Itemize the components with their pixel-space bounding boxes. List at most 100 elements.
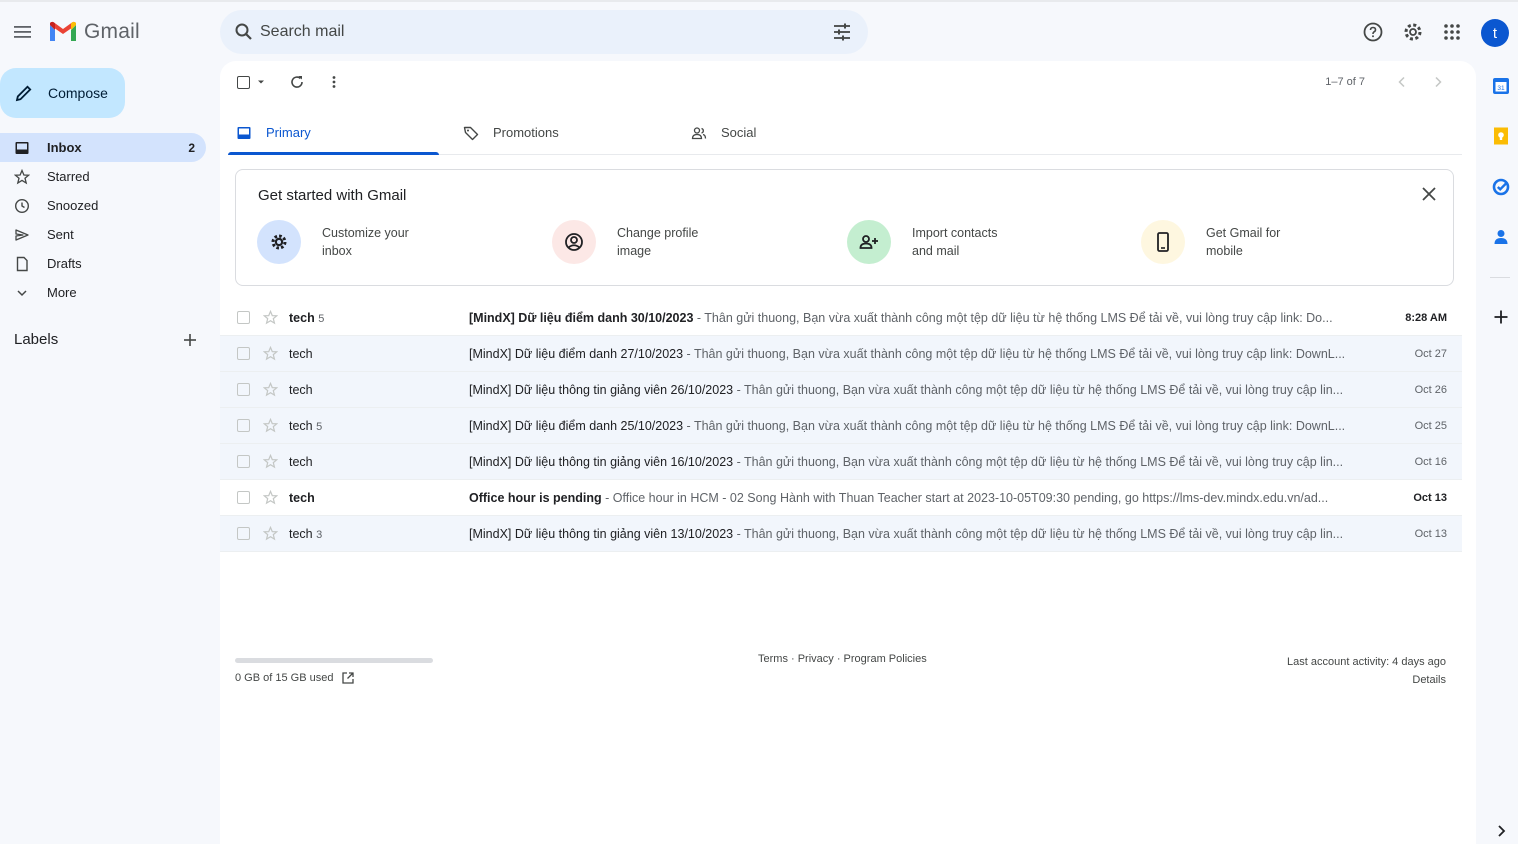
mail-toolbar: 1–7 of 7 [220, 61, 1476, 103]
send-icon [15, 228, 29, 241]
email-row[interactable]: tech [MindX] Dữ liệu điểm danh 27/10/202… [220, 336, 1462, 372]
email-subject: [MindX] Dữ liệu thông tin giảng viên 13/… [469, 526, 1344, 541]
tasks-icon[interactable] [1491, 177, 1511, 197]
promo-item-text: Change profile image [617, 226, 699, 258]
select-dropdown-icon[interactable] [257, 78, 265, 86]
email-snippet: - Thân gửi thuong, Bạn vừa xuất thành cô… [683, 418, 1346, 433]
thread-count: 3 [316, 528, 323, 541]
help-icon[interactable] [1361, 20, 1385, 44]
tag-icon [463, 126, 479, 140]
get-started-title: Get started with Gmail [258, 187, 407, 204]
chevron-left-icon[interactable] [1395, 75, 1409, 89]
gear-icon [271, 234, 287, 250]
tab-label: Promotions [493, 125, 559, 140]
contacts-icon[interactable] [1491, 227, 1511, 247]
email-snippet: - Thân gửi thuong, Bạn vừa xuất thành cô… [683, 346, 1346, 361]
close-icon[interactable] [1419, 184, 1439, 204]
email-snippet: - Office hour in HCM - 02 Song Hành with… [601, 490, 1329, 505]
email-row[interactable]: tech 3 [MindX] Dữ liệu thông tin giảng v… [220, 516, 1462, 552]
star-icon[interactable] [263, 346, 278, 361]
email-row[interactable]: tech 5 [MindX] Dữ liệu điểm danh 30/10/2… [220, 300, 1462, 336]
customize-inbox-item[interactable]: Customize your inbox [257, 220, 432, 264]
star-icon[interactable] [263, 382, 278, 397]
tab-promotions[interactable]: Promotions [455, 111, 666, 154]
thread-count: 5 [318, 312, 325, 325]
email-snippet: - Thân gửi thuong, Bạn vừa xuất thành cô… [733, 382, 1344, 397]
import-contacts-item[interactable]: Import contacts and mail [847, 220, 1022, 264]
email-row[interactable]: tech Office hour is pending - Office hou… [220, 480, 1462, 516]
settings-gear-icon[interactable] [1401, 20, 1425, 44]
sidebar-item-label: Drafts [47, 256, 82, 271]
storage-usage-bar [235, 658, 433, 663]
refresh-icon[interactable] [289, 74, 305, 90]
add-addon-plus-icon[interactable] [1491, 307, 1511, 327]
account-avatar[interactable]: t [1481, 19, 1509, 47]
row-checkbox[interactable] [237, 419, 250, 432]
row-checkbox[interactable] [237, 527, 250, 540]
hamburger-menu-icon[interactable] [10, 20, 34, 44]
main-panel: 1–7 of 7 Primary Promotions Social Get s… [220, 61, 1476, 844]
chevron-right-icon[interactable] [1431, 75, 1445, 89]
email-row[interactable]: tech [MindX] Dữ liệu thông tin giảng viê… [220, 444, 1462, 480]
category-tabs: Primary Promotions Social [228, 111, 1462, 155]
details-link[interactable]: Details [1287, 671, 1446, 689]
tab-social[interactable]: Social [683, 111, 894, 154]
more-options-icon[interactable] [326, 74, 342, 90]
sidebar-item-drafts[interactable]: Drafts [0, 249, 206, 278]
search-bar[interactable] [220, 10, 868, 54]
compose-button[interactable]: Compose [0, 68, 125, 118]
svg-text:31: 31 [1497, 85, 1505, 92]
email-date: Oct 16 [1414, 455, 1447, 468]
search-icon[interactable] [232, 20, 256, 44]
sidebar-item-inbox[interactable]: Inbox 2 [0, 133, 206, 162]
draft-icon [16, 256, 28, 271]
external-link-icon[interactable] [341, 671, 355, 685]
email-row[interactable]: tech [MindX] Dữ liệu thông tin giảng viê… [220, 372, 1462, 408]
change-profile-image-item[interactable]: Change profile image [552, 220, 727, 264]
expand-side-panel-chevron-icon[interactable] [1493, 823, 1509, 839]
star-icon[interactable] [263, 418, 278, 433]
email-date: 8:28 AM [1405, 311, 1447, 324]
add-label-plus-icon[interactable] [181, 331, 199, 349]
sidebar-item-more[interactable]: More [0, 278, 206, 307]
select-all-checkbox[interactable] [237, 76, 250, 89]
email-date: Oct 25 [1414, 419, 1447, 432]
google-apps-icon[interactable] [1440, 20, 1464, 44]
email-snippet: - Thân gửi thuong, Bạn vừa xuất thành cô… [733, 454, 1344, 469]
phone-icon [1157, 232, 1169, 252]
email-row[interactable]: tech 5 [MindX] Dữ liệu điểm danh 25/10/2… [220, 408, 1462, 444]
sidebar-item-label: Snoozed [47, 198, 99, 213]
sidebar-item-label: Starred [47, 169, 90, 184]
header: Gmail t [0, 2, 1518, 62]
row-checkbox[interactable] [237, 383, 250, 396]
sidebar-item-sent[interactable]: Sent [0, 220, 206, 249]
email-snippet: - Thân gửi thuong, Bạn vừa xuất thành cô… [733, 526, 1344, 541]
calendar-icon[interactable]: 31 [1491, 76, 1511, 96]
keep-notes-icon[interactable] [1491, 126, 1511, 146]
search-options-icon[interactable] [830, 20, 854, 44]
search-input[interactable] [260, 23, 820, 41]
star-icon[interactable] [263, 490, 278, 505]
star-icon[interactable] [263, 526, 278, 541]
row-checkbox[interactable] [237, 311, 250, 324]
footer-policy-links[interactable]: Terms · Privacy · Program Policies [758, 653, 927, 665]
row-checkbox[interactable] [237, 455, 250, 468]
storage-text: 0 GB of 15 GB used [235, 672, 334, 684]
row-checkbox[interactable] [237, 347, 250, 360]
promo-item-text: Customize your inbox [322, 226, 409, 258]
sidebar-nav: Inbox 2 Starred Snoozed Sent Drafts More [0, 133, 206, 307]
email-subject: Office hour is pending - Office hour in … [469, 490, 1329, 505]
chevron-down-icon [17, 289, 27, 296]
star-icon[interactable] [263, 454, 278, 469]
email-sender: tech 5 [289, 418, 323, 433]
star-icon[interactable] [263, 310, 278, 325]
inbox-icon [237, 126, 251, 139]
gmail-logo[interactable]: Gmail [48, 20, 140, 44]
sidebar-item-snoozed[interactable]: Snoozed [0, 191, 206, 220]
get-gmail-mobile-item[interactable]: Get Gmail for mobile [1141, 220, 1316, 264]
tab-primary[interactable]: Primary [228, 111, 439, 155]
promo-icon-circle [847, 220, 891, 264]
sidebar-item-starred[interactable]: Starred [0, 162, 206, 191]
row-checkbox[interactable] [237, 491, 250, 504]
promo-item-text: Get Gmail for mobile [1206, 226, 1281, 258]
